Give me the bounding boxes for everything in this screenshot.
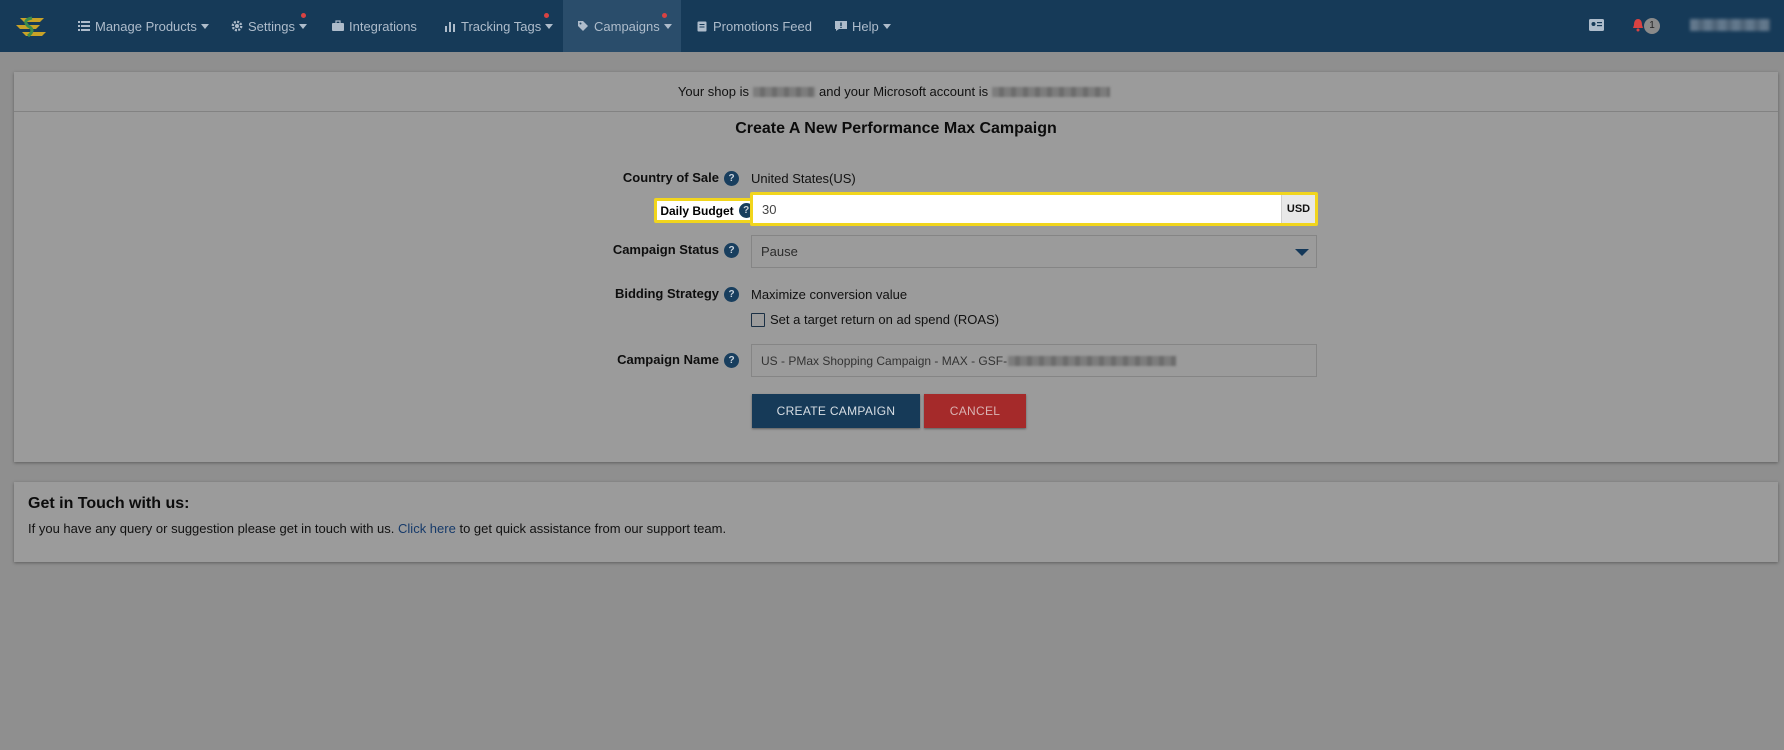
user-menu-redacted[interactable] [1690,19,1770,31]
contact-text-after: to get quick assistance from our support… [459,521,727,536]
help-icon[interactable]: ? [724,287,739,303]
shop-name-redacted [753,86,815,97]
clipboard-icon [697,21,707,32]
nav-settings[interactable]: Settings [231,0,307,52]
country-of-sale-label: Country of Sale? [569,170,739,187]
help-icon[interactable]: ? [724,353,739,369]
campaign-name-redacted [1008,355,1177,366]
nav-help[interactable]: Help [835,0,891,52]
shop-middle-text: and your Microsoft account is [819,84,989,99]
notification-dot [544,13,549,18]
chevron-down-icon [882,23,891,29]
status-selected-value: Pause [761,244,798,259]
list-icon [78,21,90,31]
top-navbar: Manage Products Settings Integrations Tr… [0,0,1784,52]
chat-exclamation-icon [835,21,847,31]
nav-label: Integrations [349,18,417,34]
notification-dot [662,13,667,18]
app-logo-icon[interactable] [14,12,50,42]
microsoft-account-redacted [992,86,1111,97]
daily-budget-input-group: USD [750,192,1318,226]
contact-card: Get in Touch with us: If you have any qu… [14,482,1778,562]
nav-tracking-tags[interactable]: Tracking Tags [444,0,554,52]
budget-label-text: Daily Budget [660,203,734,218]
bidding-strategy-label: Bidding Strategy? [569,286,739,303]
nav-campaigns[interactable]: Campaigns [563,0,681,52]
form-title: Create A New Performance Max Campaign [735,120,1057,137]
bell-icon[interactable] [1632,18,1644,32]
nav-promotions-feed[interactable]: Promotions Feed [696,0,812,52]
contact-text-before: If you have any query or suggestion plea… [28,521,395,536]
chevron-down-icon [298,23,307,29]
status-label-text: Campaign Status [612,242,719,257]
nav-label: Promotions Feed [713,18,812,34]
nav-label: Manage Products [95,18,197,34]
nav-label: Settings [248,18,295,34]
create-campaign-button[interactable]: CREATE CAMPAIGN [752,394,920,428]
bidding-label-text: Bidding Strategy [614,286,719,301]
id-card-icon[interactable] [1589,19,1604,31]
notification-dot [301,13,306,18]
campaign-name-label: Campaign Name? [569,352,739,369]
notification-count-badge: 1 [1644,18,1660,34]
bidding-strategy-value: Maximize conversion value [751,287,908,302]
support-link[interactable]: Click here [398,521,456,536]
chevron-down-icon [663,23,672,29]
name-label-text: Campaign Name [617,352,719,367]
shop-info-bar: Your shop is and your Microsoft account … [14,72,1778,112]
campaign-form-card: Your shop is and your Microsoft account … [14,72,1778,462]
country-of-sale-value: United States(US) [751,171,856,186]
gear-icon [231,20,243,32]
nav-label: Tracking Tags [461,18,542,34]
help-icon[interactable]: ? [724,243,739,259]
currency-addon: USD [1281,195,1315,223]
chevron-down-icon [545,23,554,29]
nav-manage-products[interactable]: Manage Products [78,0,209,52]
dropdown-arrow-icon [1295,249,1309,256]
shop-prefix-text: Your shop is [677,84,749,99]
campaign-status-select[interactable]: Pause [751,235,1317,268]
nav-label: Campaigns [594,18,660,34]
tag-icon [578,21,588,31]
daily-budget-label: Daily Budget? [654,198,760,223]
cancel-button[interactable]: CANCEL [924,394,1026,428]
nav-integrations[interactable]: Integrations [332,0,417,52]
campaign-name-value: US - PMax Shopping Campaign - MAX - GSF- [761,353,1008,368]
contact-title: Get in Touch with us: [28,495,190,512]
roas-checkbox-label[interactable]: Set a target return on ad spend (ROAS) [770,312,999,327]
campaign-name-field[interactable]: US - PMax Shopping Campaign - MAX - GSF- [751,344,1317,377]
campaign-status-label: Campaign Status? [569,242,739,259]
nav-label: Help [852,18,879,34]
roas-checkbox[interactable] [751,313,765,327]
daily-budget-input[interactable] [753,195,1281,223]
briefcase-icon [332,20,344,31]
help-icon[interactable]: ? [724,171,739,187]
bar-chart-icon [445,22,455,32]
chevron-down-icon [200,23,209,29]
country-label-text: Country of Sale [622,170,719,185]
contact-text: If you have any query or suggestion plea… [28,521,726,536]
